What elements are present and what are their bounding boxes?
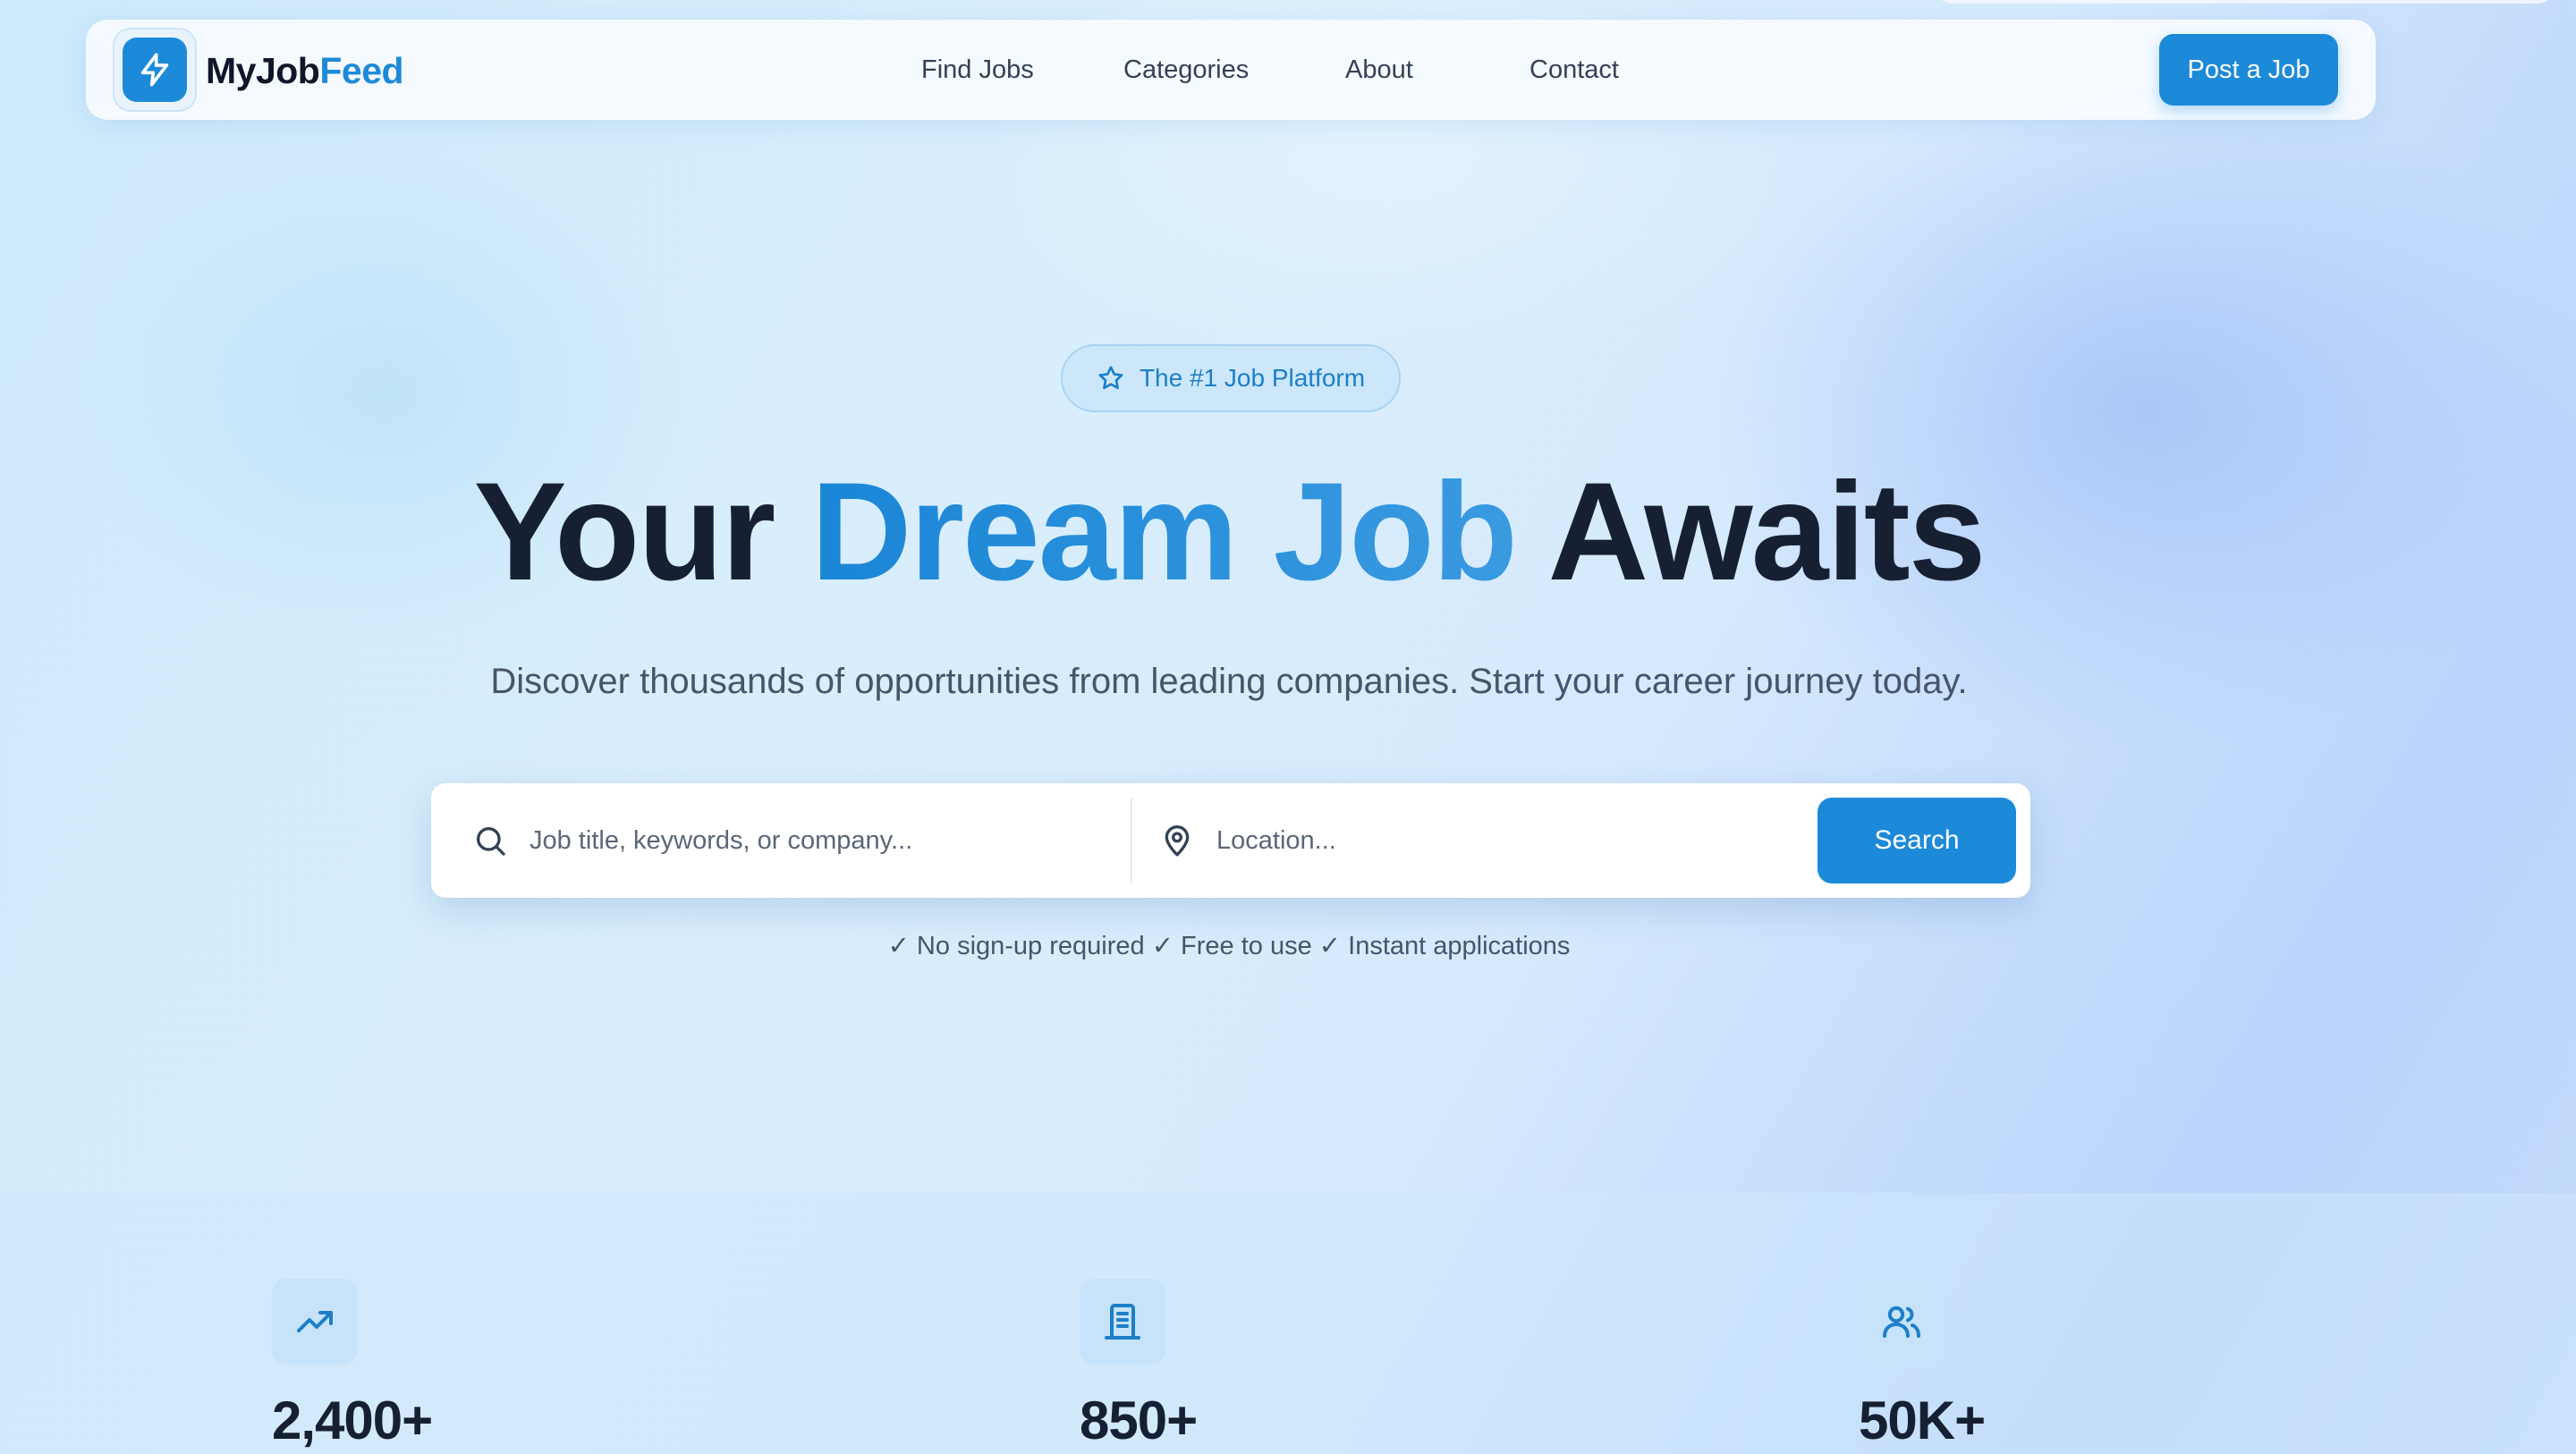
background-glow — [1699, 72, 2576, 751]
brand-name-main: MyJob — [206, 50, 320, 91]
top-decoration — [1932, 0, 2558, 4]
brand-name[interactable]: MyJobFeed — [206, 50, 404, 92]
search-card: Search — [431, 783, 2030, 898]
navbar: MyJobFeed Find Jobs Categories About Con… — [86, 20, 2376, 120]
stat-jobs: 2,400+ — [272, 1279, 433, 1451]
users-icon — [1859, 1279, 1945, 1365]
badge-label: The #1 Job Platform — [1139, 364, 1366, 392]
headline-part-1: Your — [473, 454, 811, 610]
stat-value: 850+ — [1080, 1391, 1198, 1450]
platform-badge: The #1 Job Platform — [1061, 344, 1401, 412]
location-input[interactable] — [1216, 825, 1753, 856]
hero-subtitle: Discover thousands of opportunities from… — [490, 662, 1968, 701]
search-divider — [1131, 798, 1132, 883]
location-field — [1134, 799, 1814, 882]
stat-value: 50K+ — [1859, 1391, 1986, 1450]
post-a-job-button[interactable]: Post a Job — [2159, 34, 2338, 106]
keyword-field — [431, 799, 1129, 882]
building-icon — [1080, 1279, 1165, 1365]
brand-name-accent: Feed — [319, 50, 404, 91]
perks-text: ✓ No sign-up required ✓ Free to use ✓ In… — [887, 932, 1571, 960]
stat-users: 50K+ — [1859, 1279, 1986, 1451]
stat-value: 2,400+ — [272, 1391, 433, 1450]
nav-link-find-jobs[interactable]: Find Jobs — [921, 55, 1034, 85]
lightning-bolt-icon — [123, 38, 187, 102]
search-icon — [472, 823, 508, 858]
star-icon — [1097, 364, 1125, 393]
nav-link-categories[interactable]: Categories — [1123, 55, 1249, 85]
search-button[interactable]: Search — [1818, 798, 2016, 883]
nav-link-about[interactable]: About — [1345, 55, 1413, 85]
headline-part-2: Awaits — [1515, 454, 1986, 610]
hero-headline: Your Dream Job Awaits — [0, 454, 2458, 610]
map-pin-icon — [1159, 823, 1195, 858]
trending-up-icon — [272, 1279, 358, 1365]
keyword-input[interactable] — [530, 825, 1066, 856]
headline-highlight: Dream Job — [810, 454, 1518, 610]
logo[interactable] — [113, 28, 197, 112]
stat-companies: 850+ — [1080, 1279, 1198, 1451]
nav-link-contact[interactable]: Contact — [1530, 55, 1619, 85]
